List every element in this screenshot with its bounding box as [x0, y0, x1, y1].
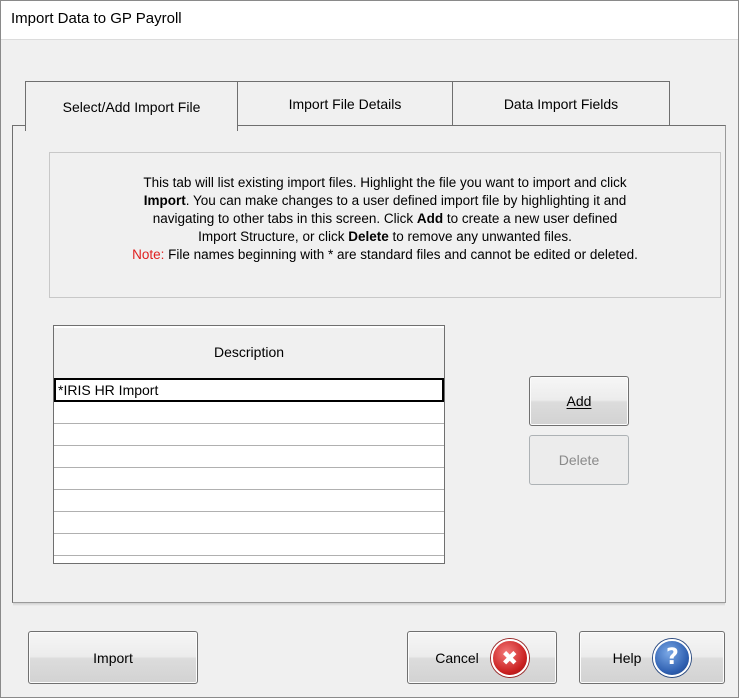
delete-button[interactable]: Delete: [529, 435, 629, 485]
list-item[interactable]: [54, 534, 444, 556]
list-item[interactable]: [54, 512, 444, 534]
cancel-icon: ✖: [490, 638, 529, 677]
window-title: Import Data to GP Payroll: [11, 10, 182, 27]
cancel-button-label: Cancel: [435, 649, 479, 666]
help-button[interactable]: Help ?: [579, 631, 725, 684]
delete-button-label: Delete: [558, 452, 600, 468]
panel-divider: [13, 603, 725, 606]
tab-select-add-import-file[interactable]: Select/Add Import File: [25, 81, 238, 131]
import-dialog: Import Data to GP Payroll Select/Add Imp…: [0, 0, 739, 698]
instructions-line-2: Import. You can make changes to a user d…: [143, 193, 627, 208]
help-icon: ?: [653, 638, 692, 677]
import-button[interactable]: Import: [28, 631, 198, 684]
column-header-description[interactable]: Description: [54, 326, 444, 379]
add-button[interactable]: Add: [529, 376, 629, 426]
tab-label: Select/Add Import File: [62, 99, 201, 115]
list-item[interactable]: [54, 490, 444, 512]
note-line: Note: File names beginning with * are st…: [50, 246, 720, 264]
import-files-list[interactable]: Description *IRIS HR Import: [53, 325, 445, 564]
tab-import-file-details[interactable]: Import File Details: [237, 81, 453, 125]
title-bar: Import Data to GP Payroll: [1, 1, 738, 40]
import-button-label: Import: [93, 649, 133, 666]
note-label: Note:: [132, 247, 165, 262]
note-text: File names beginning with * are standard…: [164, 247, 638, 262]
tab-label: Data Import Fields: [503, 96, 619, 112]
add-button-label: Add: [566, 393, 592, 409]
tab-data-import-fields[interactable]: Data Import Fields: [452, 81, 670, 125]
instructions-line-1: This tab will list existing import files…: [143, 175, 627, 190]
tab-panel: This tab will list existing import files…: [12, 125, 726, 606]
list-item[interactable]: *IRIS HR Import: [54, 378, 444, 402]
tab-label: Import File Details: [288, 96, 402, 112]
list-item[interactable]: [54, 446, 444, 468]
list-item[interactable]: [54, 402, 444, 424]
cancel-button[interactable]: Cancel ✖: [407, 631, 557, 684]
instructions-line-3: navigating to other tabs in this screen.…: [152, 211, 618, 226]
instructions-box: This tab will list existing import files…: [49, 152, 721, 298]
list-item[interactable]: [54, 468, 444, 490]
list-item[interactable]: [54, 424, 444, 446]
help-button-label: Help: [612, 649, 642, 666]
instructions-line-4: Import Structure, or click Delete to rem…: [198, 229, 572, 244]
